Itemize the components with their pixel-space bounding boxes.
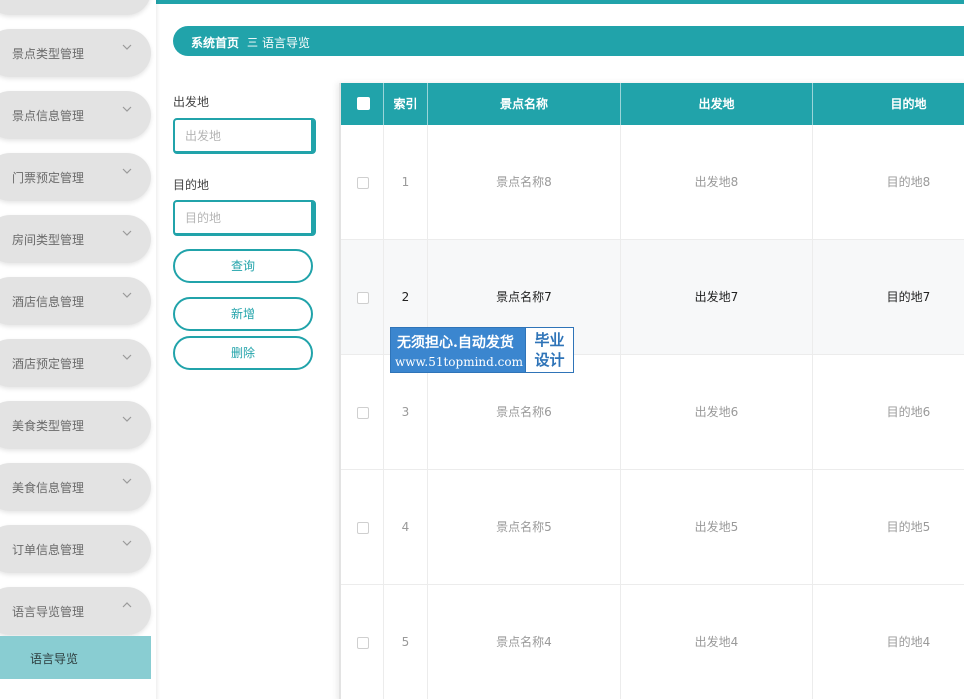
select-all-checkbox[interactable] <box>357 97 370 110</box>
header-select-all[interactable] <box>341 83 384 125</box>
row-checkbox[interactable] <box>357 637 369 649</box>
watermark-url: www.51topmind.com <box>395 355 523 369</box>
departure-label: 出发地 <box>173 95 210 109</box>
chevron-down-icon <box>122 540 132 546</box>
sidebar-subitem-language-guide[interactable]: 语言导览 <box>0 636 151 679</box>
breadcrumb-separator: 三 <box>247 36 258 49</box>
add-button[interactable]: 新增 <box>173 297 313 331</box>
cell-departure: 出发地6 <box>621 355 813 470</box>
sidebar-item-label: 语言导览管理 <box>12 605 85 619</box>
chevron-down-icon <box>122 44 132 50</box>
breadcrumb-current: 语言导览 <box>262 36 311 50</box>
sidebar-item-language-guide[interactable]: 语言导览管理 <box>0 587 151 635</box>
cell-scenic-name: 景点名称8 <box>428 125 621 240</box>
cell-destination: 目的地5 <box>813 470 964 585</box>
sidebar-item-hotel-info[interactable]: 酒店信息管理 <box>0 277 151 325</box>
table-row[interactable]: 1 景点名称8 出发地8 目的地8 <box>341 125 964 240</box>
header-destination: 目的地 <box>813 83 964 125</box>
cell-departure: 出发地4 <box>621 585 813 699</box>
query-button[interactable]: 查询 <box>173 249 313 283</box>
breadcrumb: 系统首页 三 语言导览 <box>173 26 964 56</box>
chevron-down-icon <box>122 106 132 112</box>
sidebar-item-label: 酒店预定管理 <box>12 357 85 371</box>
cell-index: 4 <box>384 470 428 585</box>
sidebar-subitem-label: 语言导览 <box>30 652 79 666</box>
cell-scenic-name: 景点名称5 <box>428 470 621 585</box>
cell-destination: 目的地8 <box>813 125 964 240</box>
sidebar-item-label: 景点信息管理 <box>12 109 85 123</box>
cell-index: 5 <box>384 585 428 699</box>
header-scenic-name: 景点名称 <box>428 83 621 125</box>
cell-departure: 出发地8 <box>621 125 813 240</box>
sidebar-item-label: 美食类型管理 <box>12 419 85 433</box>
cell-departure: 出发地5 <box>621 470 813 585</box>
chevron-down-icon <box>122 168 132 174</box>
row-checkbox[interactable] <box>357 407 369 419</box>
destination-input[interactable] <box>173 200 316 236</box>
cell-index: 1 <box>384 125 428 240</box>
sidebar-item-order-info[interactable]: 订单信息管理 <box>0 525 151 573</box>
data-table: 索引 景点名称 出发地 目的地 1 景点名称8 出发地8 目的地8 2 景点名称… <box>339 83 964 699</box>
sidebar-item-food-type[interactable]: 美食类型管理 <box>0 401 151 449</box>
row-checkbox[interactable] <box>357 177 369 189</box>
chevron-down-icon <box>122 478 132 484</box>
sidebar-divider <box>156 0 160 699</box>
sidebar-item-label: 门票预定管理 <box>12 171 85 185</box>
sidebar-item-food-info[interactable]: 美食信息管理 <box>0 463 151 511</box>
row-checkbox[interactable] <box>357 292 369 304</box>
departure-input[interactable] <box>173 118 316 154</box>
delete-button[interactable]: 删除 <box>173 336 313 370</box>
sidebar-item-scenic-type[interactable]: 景点类型管理 <box>0 29 151 77</box>
chevron-down-icon <box>122 416 132 422</box>
sidebar-item-label: 订单信息管理 <box>12 543 85 557</box>
sidebar-item-label: 房间类型管理 <box>12 233 85 247</box>
sidebar-item-label: 美食信息管理 <box>12 481 85 495</box>
table-row[interactable]: 5 景点名称4 出发地4 目的地4 <box>341 585 964 699</box>
header-departure: 出发地 <box>621 83 813 125</box>
sidebar-item-scenic-info[interactable]: 景点信息管理 <box>0 91 151 139</box>
header-index: 索引 <box>384 83 428 125</box>
sidebar-item-top[interactable] <box>0 0 151 15</box>
cell-destination: 目的地4 <box>813 585 964 699</box>
table-header: 索引 景点名称 出发地 目的地 <box>341 83 964 125</box>
sidebar: 景点类型管理 景点信息管理 门票预定管理 房间类型管理 酒店信息管理 酒店预定管… <box>0 0 156 699</box>
watermark-text: 无须担心.自动发货 <box>397 335 514 351</box>
row-checkbox[interactable] <box>357 522 369 534</box>
sidebar-item-label: 酒店信息管理 <box>12 295 85 309</box>
cell-destination: 目的地7 <box>813 240 964 355</box>
cell-destination: 目的地6 <box>813 355 964 470</box>
watermark-logo: 毕业 设计 <box>525 328 573 372</box>
chevron-down-icon <box>122 354 132 360</box>
destination-label: 目的地 <box>173 178 210 192</box>
sidebar-item-ticket-booking[interactable]: 门票预定管理 <box>0 153 151 201</box>
table-row[interactable]: 4 景点名称5 出发地5 目的地5 <box>341 470 964 585</box>
chevron-up-icon <box>122 602 132 608</box>
cell-departure: 出发地7 <box>621 240 813 355</box>
chevron-down-icon <box>122 292 132 298</box>
watermark-badge: 无须担心.自动发货 www.51topmind.com 毕业 设计 <box>390 327 574 373</box>
sidebar-item-label: 景点类型管理 <box>12 47 85 61</box>
chevron-down-icon <box>122 230 132 236</box>
breadcrumb-home-link[interactable]: 系统首页 <box>191 34 239 51</box>
sidebar-item-hotel-booking[interactable]: 酒店预定管理 <box>0 339 151 387</box>
cell-scenic-name: 景点名称4 <box>428 585 621 699</box>
sidebar-item-room-type[interactable]: 房间类型管理 <box>0 215 151 263</box>
